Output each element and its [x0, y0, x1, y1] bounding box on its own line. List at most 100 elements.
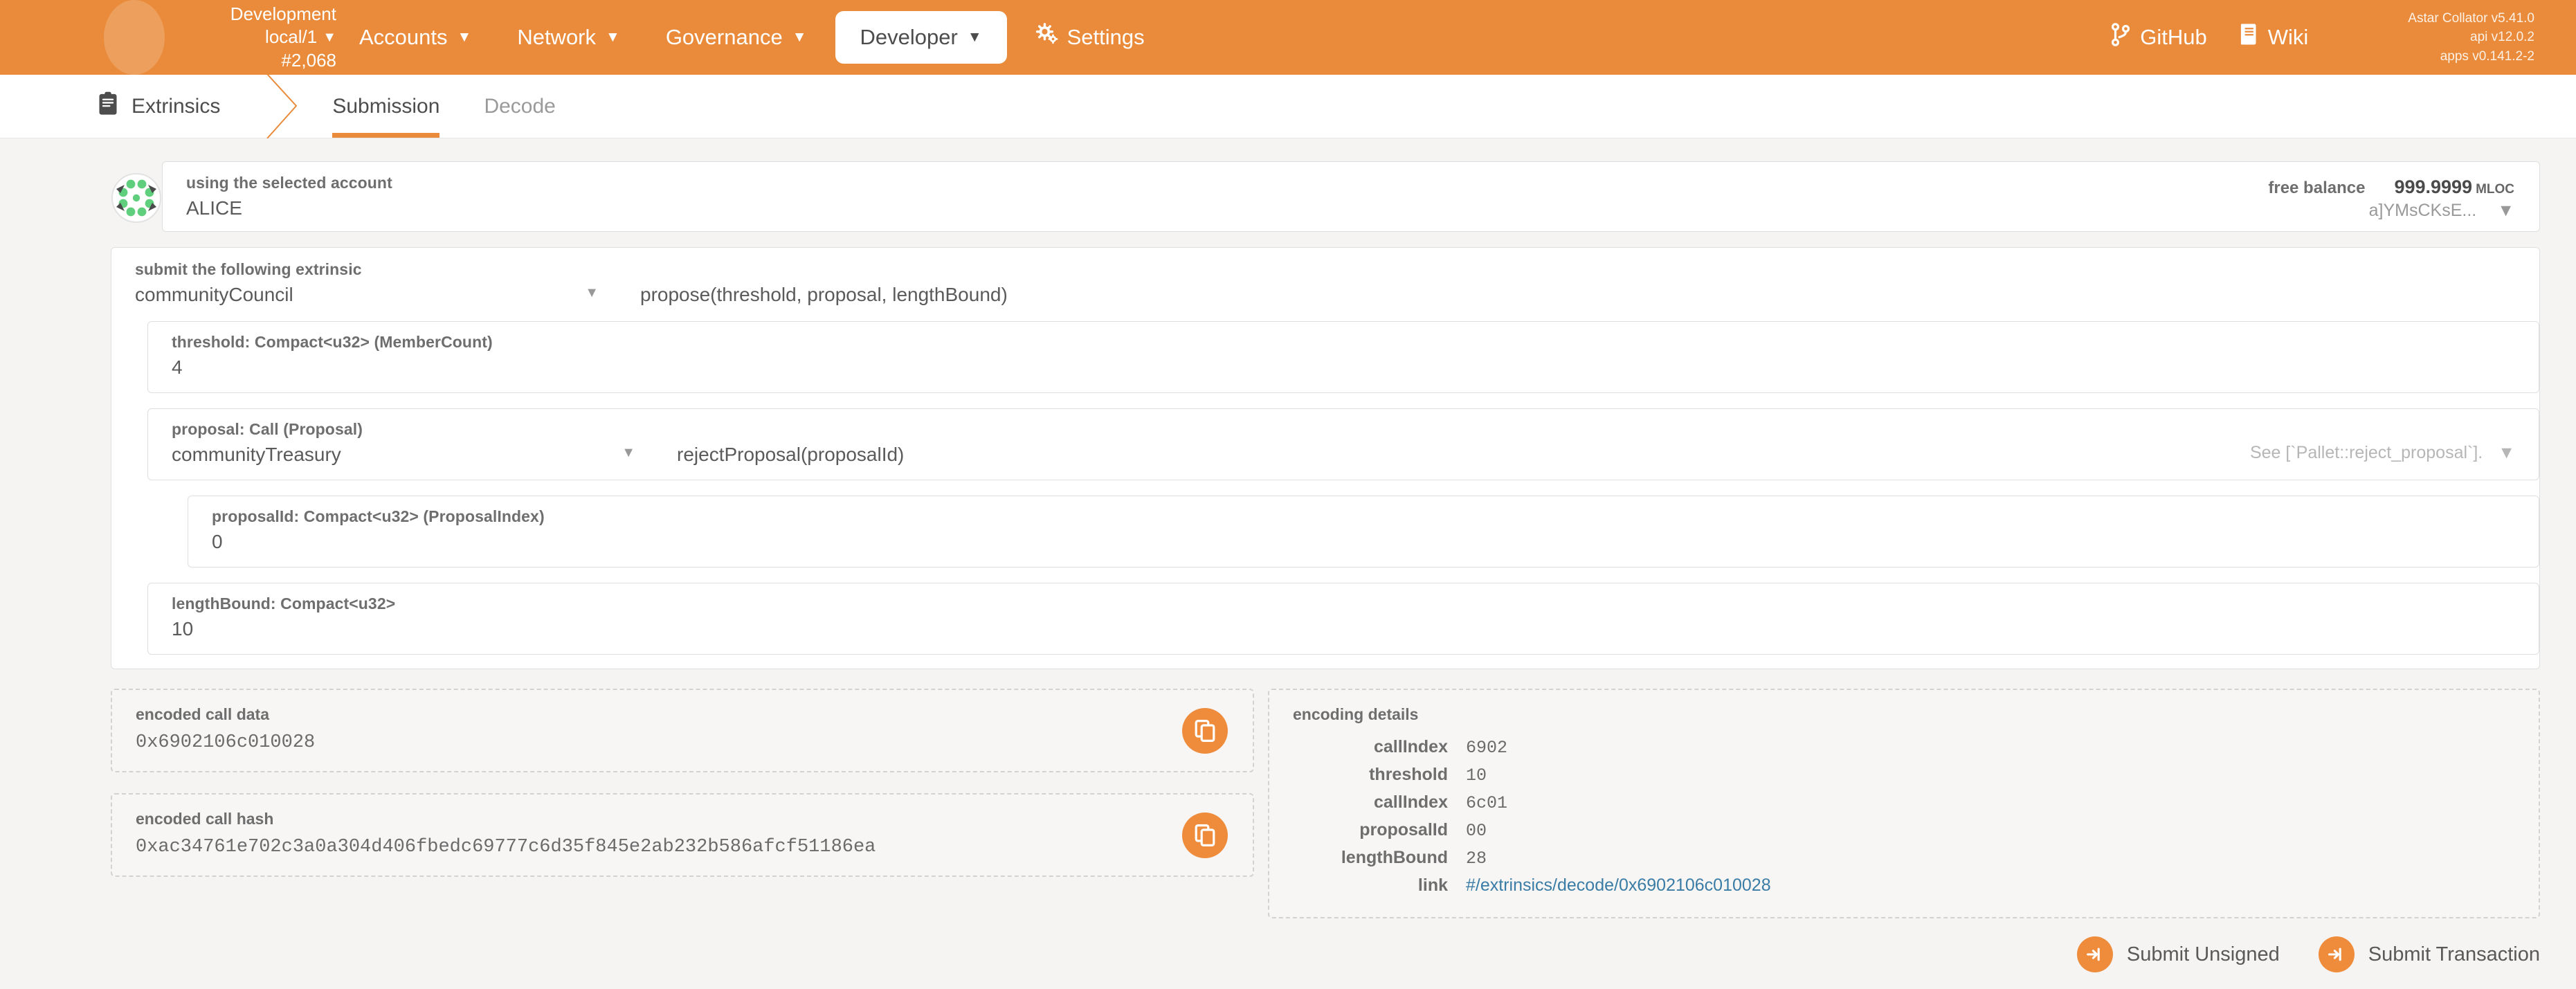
version-apps: apps v0.141.2-2 — [2408, 47, 2534, 66]
version-info: Astar Collator v5.41.0 api v12.0.2 apps … — [2408, 9, 2548, 66]
app-root: Development local/1▼ #2,068 Accounts ▼ N… — [0, 0, 2576, 989]
chain-info: Development local/1▼ #2,068 — [177, 3, 336, 72]
proposal-call-select[interactable]: rejectProposal(proposalId) — [677, 444, 904, 466]
param-length-bound-value: 10 — [172, 618, 2515, 640]
wiki-link[interactable]: Wiki — [2240, 23, 2309, 51]
encoded-call-hash-box: encoded call hash 0xac34761e702c3a0a304d… — [111, 793, 1254, 877]
encoded-call-data-label: encoded call data — [136, 705, 1229, 724]
encoded-call-data-value: 0x6902106c010028 — [136, 732, 1229, 753]
chevron-down-icon: ▼ — [606, 29, 620, 46]
chain-node: local/1 — [265, 26, 317, 47]
account-address-short: a]YMsCKsE... — [2369, 199, 2477, 223]
submit-unsigned-button[interactable]: Submit Unsigned — [2077, 936, 2280, 972]
detail-key: link — [1293, 872, 1466, 899]
param-threshold[interactable]: threshold: Compact<u32> (MemberCount) 4 — [147, 321, 2539, 393]
sign-in-icon — [2319, 936, 2355, 972]
chain-block-number: #2,068 — [177, 49, 336, 72]
param-proposal-id-label: proposalId: Compact<u32> (ProposalIndex) — [212, 507, 2515, 526]
param-proposal-id[interactable]: proposalId: Compact<u32> (ProposalIndex)… — [188, 496, 2539, 568]
table-row: callIndex 6902 — [1293, 734, 2515, 761]
account-selector-card[interactable]: using the selected account ALICE free ba… — [162, 161, 2540, 232]
nav-item-settings[interactable]: Settings — [1013, 0, 1168, 75]
table-row: lengthBound 28 — [1293, 844, 2515, 872]
tab-bar: Extrinsics Submission Decode — [0, 75, 2576, 138]
chain-name: Development — [177, 3, 336, 26]
tabs: Submission Decode — [310, 75, 577, 138]
nav-label-governance: Governance — [666, 25, 783, 50]
main-content: using the selected account ALICE free ba… — [0, 138, 2576, 989]
proposal-pallet-select[interactable]: communityTreasury ▼ — [172, 444, 649, 466]
chevron-down-icon: ▼ — [2498, 443, 2515, 463]
proposal-doc-text: See [`Pallet::reject_proposal`]. — [2250, 443, 2483, 463]
nav-label-developer: Developer — [860, 25, 958, 50]
encoded-call-hash-label: encoded call hash — [136, 810, 1229, 828]
chevron-down-icon: ▼ — [2497, 199, 2514, 223]
pallet-select[interactable]: communityCouncil ▼ — [135, 284, 613, 306]
submit-transaction-button[interactable]: Submit Transaction — [2319, 936, 2540, 972]
clipboard-icon — [97, 91, 119, 122]
tab-decode[interactable]: Decode — [462, 75, 577, 138]
tab-decode-label: Decode — [484, 95, 555, 118]
param-proposal-id-value: 0 — [212, 531, 2515, 553]
table-row: threshold 10 — [1293, 761, 2515, 789]
param-length-bound[interactable]: lengthBound: Compact<u32> 10 — [147, 583, 2539, 655]
tab-submission-label: Submission — [332, 95, 439, 118]
detail-key: callIndex — [1293, 734, 1466, 761]
submit-actions: Submit Unsigned Submit Transaction — [2077, 936, 2540, 972]
nav-item-accounts[interactable]: Accounts ▼ — [336, 0, 494, 75]
detail-value: 28 — [1466, 844, 2515, 872]
encoded-call-hash-value: 0xac34761e702c3a0a304d406fbedc69777c6d35… — [136, 837, 1229, 858]
copy-icon — [1195, 824, 1215, 846]
top-navigation-bar: Development local/1▼ #2,068 Accounts ▼ N… — [0, 0, 2576, 75]
copy-call-data-button[interactable] — [1182, 708, 1228, 754]
gear-icon — [1035, 23, 1059, 52]
free-balance-unit: MLOC — [2476, 182, 2514, 197]
nav-label-accounts: Accounts — [359, 25, 448, 50]
identicon-avatar — [111, 172, 162, 227]
detail-value: 6c01 — [1466, 789, 2515, 817]
submit-unsigned-label: Submit Unsigned — [2127, 943, 2280, 966]
git-branch-icon — [2110, 23, 2131, 52]
chevron-down-icon: ▼ — [968, 29, 982, 46]
copy-call-hash-button[interactable] — [1182, 813, 1228, 858]
chain-selector[interactable]: Development local/1▼ #2,068 — [0, 0, 336, 75]
wiki-label: Wiki — [2268, 25, 2309, 50]
encoding-details-table: callIndex 6902 threshold 10 callIndex 6c… — [1293, 734, 2515, 899]
section-title: Extrinsics — [131, 95, 220, 118]
detail-key: lengthBound — [1293, 844, 1466, 872]
proposal-doc-toggle[interactable]: See [`Pallet::reject_proposal`]. ▼ — [2250, 443, 2515, 463]
proposal-pallet-value: communityTreasury — [172, 444, 341, 465]
encoding-details-box: encoding details callIndex 6902 threshol… — [1268, 689, 2540, 918]
detail-key: callIndex — [1293, 789, 1466, 817]
breadcrumb-divider — [262, 75, 310, 138]
free-balance-label: free balance — [2268, 177, 2365, 199]
chevron-down-icon: ▼ — [457, 29, 472, 46]
decode-link[interactable]: #/extrinsics/decode/0x6902106c010028 — [1466, 872, 2515, 899]
detail-key: proposalId — [1293, 817, 1466, 844]
chevron-down-icon: ▼ — [622, 445, 635, 461]
balance-block: free balance 999.9999 MLOC a]YMsCKsE... ▼ — [2268, 174, 2514, 223]
detail-key: threshold — [1293, 761, 1466, 789]
call-select[interactable]: propose(threshold, proposal, lengthBound… — [640, 284, 1008, 306]
chevron-down-icon: ▼ — [585, 285, 599, 301]
account-label: using the selected account — [186, 174, 392, 192]
github-link[interactable]: GitHub — [2110, 23, 2206, 52]
main-nav: Accounts ▼ Network ▼ Governance ▼ Develo… — [336, 0, 1168, 75]
call-select-value: propose(threshold, proposal, lengthBound… — [640, 284, 1008, 305]
account-address-dropdown[interactable]: a]YMsCKsE... ▼ — [2369, 199, 2514, 223]
detail-value: 00 — [1466, 817, 2515, 844]
nav-item-developer[interactable]: Developer ▼ — [835, 11, 1007, 64]
nav-item-network[interactable]: Network ▼ — [494, 0, 643, 75]
external-links: GitHub Wiki Astar Collator v5.41.0 api v… — [2110, 9, 2548, 66]
extrinsic-card: submit the following extrinsic community… — [111, 247, 2540, 669]
tab-submission[interactable]: Submission — [310, 75, 462, 138]
free-balance-amount: 999.9999 — [2394, 176, 2472, 197]
detail-value: 10 — [1466, 761, 2515, 789]
param-proposal: proposal: Call (Proposal) communityTreas… — [147, 408, 2539, 480]
param-proposal-label: proposal: Call (Proposal) — [172, 420, 2515, 439]
nav-item-governance[interactable]: Governance ▼ — [643, 0, 830, 75]
param-threshold-value: 4 — [172, 356, 2515, 379]
account-value: ALICE — [186, 197, 392, 219]
table-row: link #/extrinsics/decode/0x6902106c01002… — [1293, 872, 2515, 899]
submit-transaction-label: Submit Transaction — [2368, 943, 2540, 966]
